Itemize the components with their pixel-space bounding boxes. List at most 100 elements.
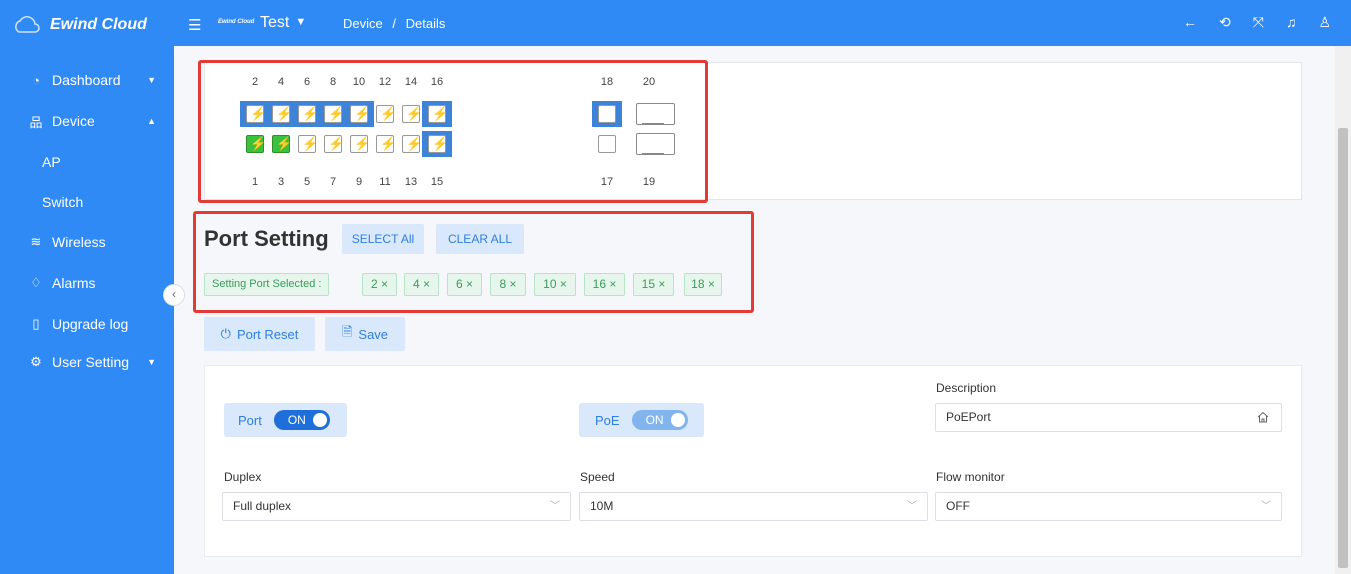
- poe-bolt-icon: ⚡: [302, 106, 319, 121]
- chevron-down-icon: ﹀: [550, 501, 560, 512]
- top-bar: Ewind Cloud ☰ Ewind Cloud Test ▼ Device /…: [0, 0, 1351, 46]
- port-setting-title: Port Setting: [204, 226, 329, 251]
- flow-monitor-value: OFF: [946, 499, 970, 513]
- switch-port-19[interactable]: [634, 131, 678, 157]
- bell-icon: ♢: [30, 275, 42, 290]
- dashboard-icon: ◔: [32, 72, 40, 88]
- sidebar-item-user-setting[interactable]: ⚙ User Setting ▼: [0, 342, 174, 382]
- port-config-form: [204, 365, 1302, 557]
- ethernet-port-icon: ⚡: [298, 105, 319, 123]
- selected-ports-label: Setting Port Selected :: [204, 273, 330, 296]
- page-scrollbar[interactable]: [1335, 46, 1351, 574]
- save-button[interactable]: 🗎 Save: [325, 317, 405, 351]
- selected-port-tag[interactable]: 2 ×: [362, 273, 397, 296]
- breadcrumb: Device / Details: [343, 16, 445, 31]
- duplex-value: Full duplex: [233, 499, 292, 513]
- sidebar-item-label: AP: [42, 154, 61, 170]
- sidebar-item-alarms[interactable]: ♢ Alarms: [0, 263, 174, 303]
- poe-bolt-icon: ⚡: [354, 136, 371, 151]
- poe-bolt-icon: ⚡: [250, 136, 267, 151]
- sidebar-item-device[interactable]: 品 Device ▲: [0, 101, 174, 141]
- selected-port-tag[interactable]: 15 ×: [633, 273, 674, 296]
- poe-bolt-icon: ⚡: [276, 136, 293, 151]
- poe-bolt-icon: ⚡: [354, 106, 371, 121]
- ethernet-port-icon: ⚡: [324, 105, 345, 123]
- selected-port-tag[interactable]: 10 ×: [534, 273, 576, 296]
- breadcrumb-details: Details: [405, 16, 446, 31]
- select-all-button[interactable]: SELECT All: [342, 224, 424, 254]
- flow-monitor-select[interactable]: OFF ﹀: [935, 492, 1282, 521]
- project-name: Test: [260, 14, 290, 31]
- switch-port-17[interactable]: [592, 131, 622, 157]
- save-label: Save: [358, 326, 389, 342]
- sidebar-item-label: Wireless: [52, 234, 106, 250]
- sidebar-item-label: Switch: [42, 194, 84, 210]
- switch-port-20[interactable]: [634, 101, 678, 127]
- sidebar-item-ap[interactable]: AP: [0, 142, 174, 182]
- selected-port-tag[interactable]: 16 ×: [584, 273, 625, 296]
- wifi-icon: ≋: [30, 234, 42, 249]
- sidebar-item-label: Upgrade log: [52, 316, 129, 332]
- breadcrumb-device[interactable]: Device: [343, 16, 383, 31]
- sidebar-item-wireless[interactable]: ≋ Wireless: [0, 222, 174, 262]
- sidebar-item-dashboard[interactable]: ◔ Dashboard ▼: [0, 60, 174, 100]
- clear-all-button[interactable]: CLEAR ALL: [436, 224, 524, 254]
- sidebar-item-label: Dashboard: [52, 72, 121, 88]
- poe-bolt-icon: ⚡: [302, 136, 319, 151]
- cloud-logo-icon: [15, 16, 40, 33]
- ethernet-port-icon: ⚡: [298, 135, 319, 153]
- app-logo[interactable]: Ewind Cloud: [12, 16, 147, 34]
- app-name: Ewind Cloud: [50, 16, 147, 33]
- selected-port-tag[interactable]: 6 ×: [447, 273, 482, 296]
- port-number: 16: [430, 76, 444, 88]
- ethernet-port-icon: ⚡: [246, 135, 267, 153]
- ethernet-port-icon: ⚡: [272, 135, 293, 153]
- home-icon[interactable]: [1257, 411, 1269, 423]
- ethernet-port-icon: [636, 103, 675, 125]
- chevron-down-icon: ﹀: [907, 501, 917, 512]
- poe-bolt-icon: ⚡: [328, 106, 345, 121]
- poe-bolt-icon: ⚡: [380, 106, 397, 121]
- notification-icon[interactable]: ♫: [1286, 14, 1297, 31]
- selected-port-tag[interactable]: 4 ×: [404, 273, 439, 296]
- ethernet-port-icon: [598, 105, 616, 123]
- port-number: 17: [600, 176, 614, 188]
- port-reset-label: Port Reset: [236, 326, 299, 342]
- poe-bolt-icon: ⚡: [328, 136, 345, 151]
- poe-toggle-label: PoE: [595, 412, 620, 428]
- ethernet-port-icon: ⚡: [376, 105, 397, 123]
- sidebar: ◔ Dashboard ▼ 品 Device ▲ AP Switch ≋ Wir…: [0, 46, 174, 574]
- selected-port-tag[interactable]: 8 ×: [490, 273, 526, 296]
- sidebar-collapse-button[interactable]: ‹: [163, 284, 185, 306]
- ethernet-port-icon: ⚡: [376, 135, 396, 153]
- description-input[interactable]: PoEPort: [935, 403, 1282, 432]
- port-toggle-group: Port ON: [224, 403, 347, 437]
- selected-port-tag[interactable]: 18 ×: [684, 273, 722, 296]
- ethernet-port-icon: ⚡: [350, 135, 371, 153]
- ethernet-port-icon: [636, 133, 675, 155]
- port-toggle-state: ON: [287, 413, 306, 427]
- switch-port-15[interactable]: ⚡: [422, 131, 452, 157]
- menu-toggle-icon[interactable]: ☰: [188, 16, 201, 34]
- poe-bolt-icon: ⚡: [406, 106, 423, 121]
- poe-toggle[interactable]: ON: [631, 410, 688, 430]
- sidebar-item-switch[interactable]: Switch: [0, 182, 174, 222]
- sidebar-item-label: Device: [52, 113, 95, 129]
- poe-bolt-icon: ⚡: [276, 106, 293, 121]
- breadcrumb-separator: /: [392, 16, 396, 31]
- poe-bolt-icon: ⚡: [406, 136, 423, 151]
- switch-port-16[interactable]: ⚡: [422, 101, 452, 127]
- duplex-select[interactable]: Full duplex ﹀: [222, 492, 571, 521]
- port-reset-button[interactable]: ⏻ Port Reset: [204, 317, 315, 351]
- port-toggle[interactable]: ON: [273, 410, 330, 430]
- user-icon[interactable]: ♙: [1318, 14, 1331, 31]
- fullscreen-icon[interactable]: ⤧: [1253, 14, 1264, 31]
- speed-select[interactable]: 10M ﹀: [579, 492, 928, 521]
- back-arrow-icon[interactable]: ←: [1183, 14, 1197, 31]
- switch-port-18[interactable]: [592, 101, 622, 127]
- scrollbar-thumb[interactable]: [1338, 128, 1348, 568]
- project-selector[interactable]: Test ▼: [260, 14, 306, 32]
- flow-monitor-label: Flow monitor: [936, 470, 1005, 484]
- refresh-icon[interactable]: ⟲: [1219, 14, 1231, 31]
- sidebar-item-upgrade-log[interactable]: ▯ Upgrade log: [0, 304, 174, 344]
